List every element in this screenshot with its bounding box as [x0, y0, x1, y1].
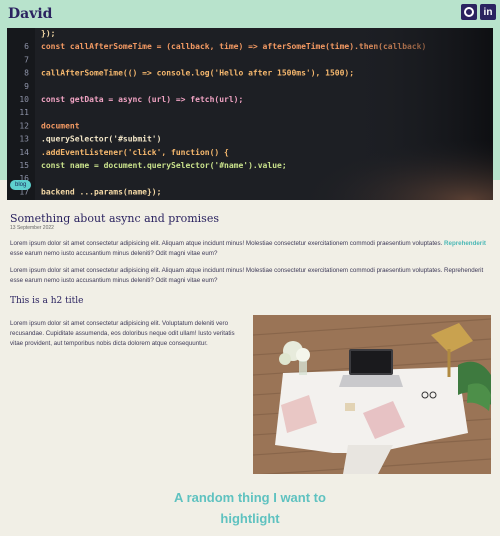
linkedin-link[interactable]: in: [480, 4, 496, 20]
post-paragraph: Lorem ipsum dolor sit amet consectetur a…: [10, 320, 235, 347]
hero-code-image: });6const callAfterSomeTime = (callback,…: [7, 28, 493, 200]
github-link[interactable]: [461, 4, 477, 20]
post-title: Something about async and promises: [10, 212, 219, 225]
site-title[interactable]: David: [8, 6, 52, 22]
section-title: This is a h2 title: [10, 296, 84, 306]
highlight-text: A random thing I want to hightlight: [174, 490, 326, 526]
post-paragraph: Lorem ipsum dolor sit amet consectetur a…: [10, 239, 490, 259]
post-paragraph: Lorem ipsum dolor sit amet consectetur a…: [10, 267, 484, 284]
desk-photo: [253, 315, 491, 474]
paragraph-text: Lorem ipsum dolor sit amet consectetur a…: [10, 240, 443, 247]
linkedin-icon: in: [483, 6, 493, 18]
post-tag[interactable]: blog: [10, 180, 32, 190]
github-icon: [464, 7, 474, 17]
inline-link[interactable]: Reprehenderit: [444, 240, 486, 247]
post-date: 13 September 2022: [10, 225, 54, 231]
paragraph-text: esse earum nemo iusto accusantium minus …: [10, 250, 218, 257]
